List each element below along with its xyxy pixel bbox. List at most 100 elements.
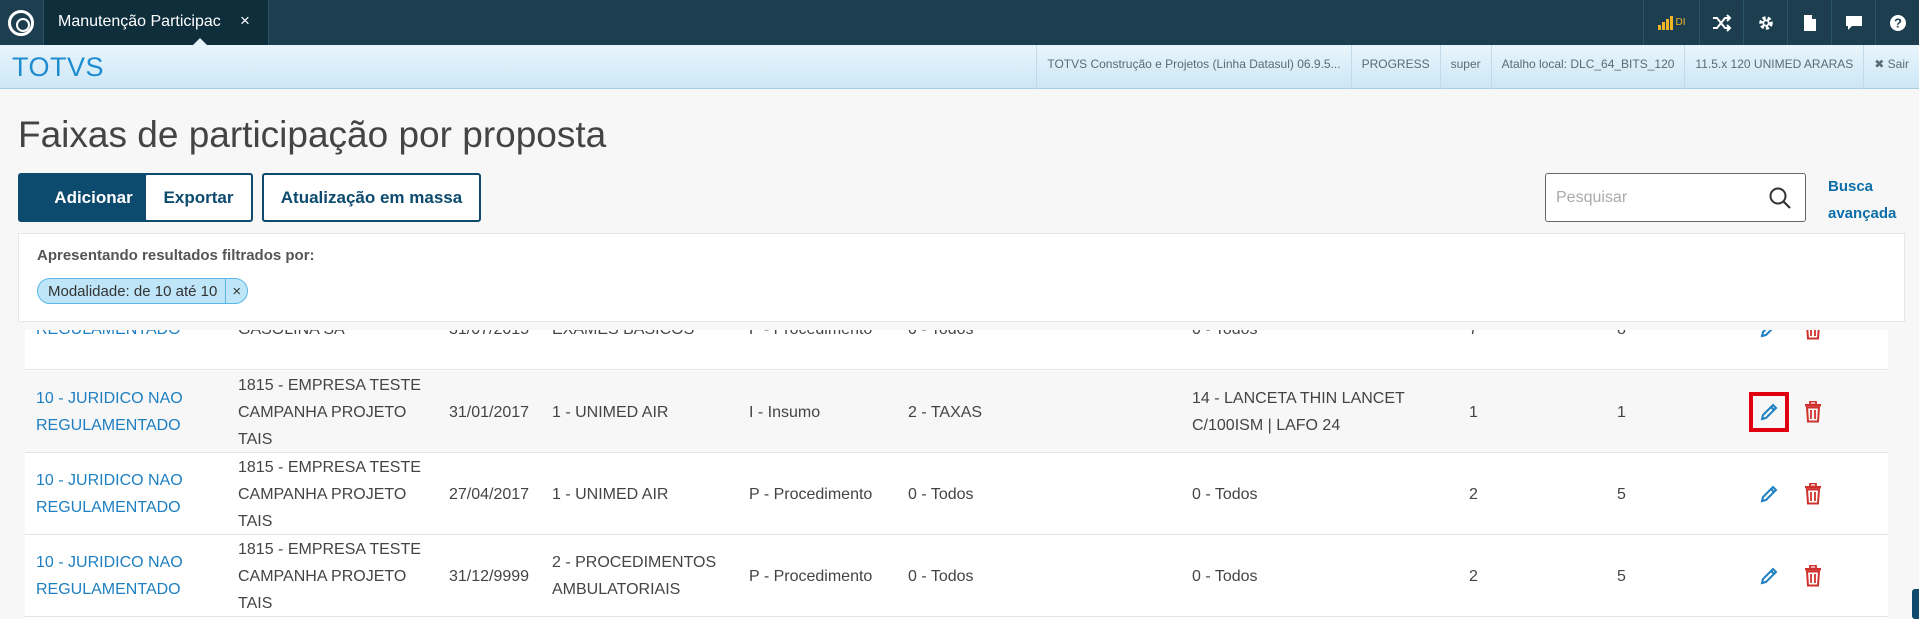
- app-logo-icon[interactable]: [8, 10, 34, 36]
- cell-value-a-line: 7: [1469, 330, 1478, 343]
- cell-classe-line: 0 - Todos: [908, 330, 974, 343]
- cell-grupo-line: 1 - UNIMED AIR: [552, 404, 669, 421]
- scrollbar-thumb[interactable]: [1912, 589, 1919, 619]
- cell-value-a: 7: [1469, 330, 1478, 343]
- delete-trash-icon[interactable]: [1793, 474, 1833, 514]
- cell-data: 31/07/2015: [449, 330, 529, 343]
- results-table: REGULAMENTADO GASOLINA SA 31/07/2015 EXAMES…: [25, 330, 1888, 619]
- cell-value-b-line: 8: [1617, 330, 1626, 343]
- page-title: Faixas de participação por proposta: [18, 114, 607, 155]
- cell-tipo-line: P - Procedimento: [749, 486, 873, 503]
- cell-empresa-line: CAMPANHA PROJETO: [238, 404, 407, 421]
- edit-pencil-icon[interactable]: [1749, 474, 1789, 514]
- search-icon[interactable]: [1768, 186, 1792, 210]
- table-row: 10 - JURIDICO NAO REGULAMENTADO 1815 - EMP…: [25, 535, 1888, 617]
- cell-empresa: 1815 - EMPRESA TESTE CAMPANHA PROJETO TAIS: [238, 536, 421, 617]
- table-row: REGULAMENTADO GASOLINA SA 31/07/2015 EXAMES…: [25, 330, 1888, 370]
- cell-data-line: 31/07/2015: [449, 330, 529, 343]
- cell-modalidade-line: REGULAMENTADO: [36, 330, 181, 343]
- chip-close-icon[interactable]: ×: [225, 279, 247, 303]
- edit-pencil-icon[interactable]: [1749, 330, 1789, 349]
- cell-empresa-line: 1815 - EMPRESA TESTE: [238, 541, 421, 558]
- filter-chip-label: Modalidade: de 10 até 10: [48, 282, 218, 300]
- delete-trash-icon[interactable]: [1793, 330, 1833, 349]
- filter-panel: Apresentando resultados filtrados por: M…: [18, 233, 1905, 322]
- cell-tipo-line: I - Insumo: [749, 404, 821, 421]
- cell-modalidade-line: 10 - JURIDICO NAO: [36, 554, 183, 571]
- advanced-search-line1: Busca: [1828, 178, 1874, 195]
- signal-icon[interactable]: DI: [1643, 0, 1699, 45]
- search-input[interactable]: [1556, 186, 1756, 210]
- cell-value-b-line: 1: [1617, 404, 1626, 421]
- cell-item-line: 14 - LANCETA THIN LANCET: [1192, 390, 1405, 407]
- search-field[interactable]: [1545, 173, 1806, 222]
- cell-grupo: 2 - PROCEDIMENTOS AMBULATORIAIS: [552, 549, 716, 603]
- cell-classe-line: 0 - Todos: [908, 486, 974, 503]
- shuffle-icon[interactable]: [1699, 0, 1743, 45]
- cell-grupo-line: EXAMES BASICOS: [552, 330, 694, 343]
- cell-grupo: EXAMES BASICOS: [552, 330, 694, 343]
- edit-pencil-icon[interactable]: [1749, 556, 1789, 596]
- cell-value-b: 8: [1617, 330, 1626, 343]
- tab-close-icon[interactable]: ×: [240, 11, 250, 31]
- cell-empresa-line: 1815 - EMPRESA TESTE: [238, 459, 421, 476]
- delete-trash-icon[interactable]: [1793, 556, 1833, 596]
- filter-chip: Modalidade: de 10 até 10 ×: [37, 278, 249, 304]
- chat-icon[interactable]: [1831, 0, 1875, 45]
- cell-empresa-line: TAIS: [238, 595, 273, 612]
- cell-value-b-line: 5: [1617, 486, 1626, 503]
- header-product: TOTVS Construção e Projetos (Linha Datas…: [1036, 45, 1350, 89]
- cell-value-a-line: 2: [1469, 568, 1478, 585]
- logout-button[interactable]: ✖ Sair: [1863, 45, 1919, 89]
- cell-value-b: 5: [1617, 563, 1626, 590]
- cell-modalidade-line: REGULAMENTADO: [36, 581, 181, 598]
- cell-grupo: 1 - UNIMED AIR: [552, 399, 668, 426]
- cell-tipo-line: P - Procedimento: [749, 568, 873, 585]
- cell-item: 0 - Todos: [1192, 563, 1258, 590]
- gear-icon[interactable]: [1743, 0, 1787, 45]
- cell-value-b-line: 5: [1617, 568, 1626, 585]
- help-icon[interactable]: ?: [1875, 0, 1919, 45]
- cell-value-a: 1: [1469, 399, 1478, 426]
- cell-empresa: 1815 - EMPRESA TESTE CAMPANHA PROJETO TAIS: [238, 454, 421, 535]
- delete-trash-icon[interactable]: [1793, 392, 1833, 432]
- cell-empresa-line: CAMPANHA PROJETO: [238, 486, 407, 503]
- export-button[interactable]: Exportar: [144, 173, 253, 222]
- top-bar: Manutenção Participac × DI ?: [0, 0, 1919, 46]
- cell-item-line: 0 - Todos: [1192, 330, 1258, 343]
- header-info: TOTVS Construção e Projetos (Linha Datas…: [1036, 45, 1919, 89]
- cell-modalidade[interactable]: REGULAMENTADO: [36, 330, 181, 343]
- document-icon[interactable]: [1787, 0, 1831, 45]
- cell-value-b: 1: [1617, 399, 1626, 426]
- advanced-search-link[interactable]: Busca avançada: [1828, 173, 1918, 227]
- cell-classe: 0 - Todos: [908, 330, 974, 343]
- tab-title: Manutenção Participac: [58, 13, 221, 30]
- cell-value-a-line: 2: [1469, 486, 1478, 503]
- cell-value-a: 2: [1469, 563, 1478, 590]
- edit-pencil-icon[interactable]: [1749, 392, 1789, 432]
- cell-empresa-line: TAIS: [238, 431, 273, 448]
- svg-text:?: ?: [1894, 15, 1902, 30]
- cell-modalidade-line: REGULAMENTADO: [36, 499, 181, 516]
- cell-empresa-line: 1815 - EMPRESA TESTE: [238, 377, 421, 394]
- header-company: 11.5.x 120 UNIMED ARARAS: [1684, 45, 1863, 89]
- cell-grupo-line: AMBULATORIAIS: [552, 581, 681, 598]
- cell-value-b: 5: [1617, 481, 1626, 508]
- cell-empresa-line: TAIS: [238, 513, 273, 530]
- cell-classe: 2 - TAXAS: [908, 399, 982, 426]
- cell-tipo: P - Procedimento: [749, 481, 872, 508]
- table-row: 10 - JURIDICO NAO REGULAMENTADO 1815 - EMP…: [25, 453, 1888, 535]
- cell-item-line: 0 - Todos: [1192, 486, 1258, 503]
- tab-manutencao[interactable]: Manutenção Participac ×: [43, 0, 269, 46]
- cell-classe: 0 - Todos: [908, 563, 974, 590]
- cell-modalidade[interactable]: 10 - JURIDICO NAO REGULAMENTADO: [36, 467, 183, 521]
- cell-classe-line: 0 - Todos: [908, 568, 974, 585]
- cell-item: 0 - Todos: [1192, 330, 1258, 343]
- bulk-update-button[interactable]: Atualização em massa: [262, 173, 481, 222]
- filter-label: Apresentando resultados filtrados por:: [37, 247, 315, 264]
- cell-grupo: 1 - UNIMED AIR: [552, 481, 668, 508]
- table-row: 10 - JURIDICO NAO REGULAMENTADO 1815 - EMP…: [25, 371, 1888, 453]
- cell-item: 14 - LANCETA THIN LANCET C/100ISM | LAFO …: [1192, 385, 1405, 439]
- cell-modalidade[interactable]: 10 - JURIDICO NAO REGULAMENTADO: [36, 549, 183, 603]
- cell-modalidade[interactable]: 10 - JURIDICO NAO REGULAMENTADO: [36, 385, 183, 439]
